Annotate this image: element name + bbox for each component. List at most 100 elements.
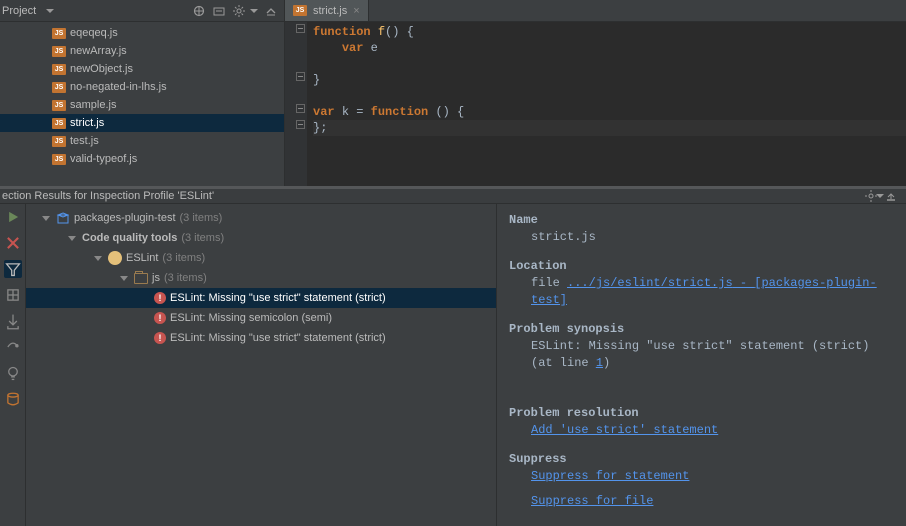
js-file-icon: JS	[52, 116, 66, 130]
close-icon[interactable]	[4, 234, 22, 252]
inspection-detail: Name strict.js Location file .../js/esli…	[496, 204, 906, 526]
caret-down-icon[interactable]	[120, 276, 128, 281]
detail-synopsis-value: ESLint: Missing "use strict" statement (…	[509, 338, 894, 372]
file-row[interactable]: JS sample.js	[0, 96, 284, 114]
inspection-item-text: ESLint: Missing "use strict" statement (…	[170, 292, 386, 304]
tree-folder[interactable]: js (3 items)	[26, 268, 496, 288]
tree-count: (3 items)	[181, 232, 224, 244]
file-name: newObject.js	[70, 63, 133, 75]
inspection-title: ection Results for Inspection Profile 'E…	[2, 190, 214, 202]
code-editor[interactable]: function f() { var e } var k = function …	[285, 22, 906, 186]
package-icon	[56, 211, 70, 225]
settings-icon[interactable]	[4, 338, 22, 356]
file-name: newArray.js	[70, 45, 127, 57]
js-file-icon: JS	[52, 98, 66, 112]
file-row[interactable]: JS valid-typeof.js	[0, 150, 284, 168]
inspection-item-text: ESLint: Missing "use strict" statement (…	[170, 332, 386, 344]
tree-tool[interactable]: ESLint (3 items)	[26, 248, 496, 268]
inspection-toolbar	[0, 204, 26, 526]
inspection-tool-window: ection Results for Inspection Profile 'E…	[0, 186, 906, 508]
error-icon: !	[154, 312, 166, 324]
scroll-to-source-icon[interactable]	[192, 4, 206, 18]
suppress-statement-link[interactable]: Suppress for statement	[531, 469, 689, 483]
dropdown-icon[interactable]	[876, 194, 884, 198]
file-row[interactable]: JS strict.js	[0, 114, 284, 132]
tree-label: js	[152, 272, 160, 284]
tree-label: Code quality tools	[82, 232, 177, 244]
js-file-icon: JS	[52, 134, 66, 148]
quickfix-link[interactable]: Add 'use strict' statement	[531, 423, 718, 437]
detail-suppress-heading: Suppress	[509, 451, 894, 468]
file-row[interactable]: JS no-negated-in-lhs.js	[0, 78, 284, 96]
js-file-icon: JS	[52, 62, 66, 76]
inspection-results-tree[interactable]: packages-plugin-test (3 items) Code qual…	[26, 204, 496, 526]
tree-group[interactable]: Code quality tools (3 items)	[26, 228, 496, 248]
inspection-item[interactable]: ! ESLint: Missing "use strict" statement…	[26, 328, 496, 348]
code-content[interactable]: function f() { var e } var k = function …	[307, 22, 906, 186]
detail-synopsis-heading: Problem synopsis	[509, 321, 894, 338]
detail-name-value: strict.js	[509, 229, 894, 246]
fold-icon[interactable]	[296, 72, 305, 81]
file-row[interactable]: JS eqeqeq.js	[0, 24, 284, 42]
error-icon: !	[154, 332, 166, 344]
hide-icon[interactable]	[264, 4, 278, 18]
project-title[interactable]: Project	[0, 5, 36, 17]
suppress-file-link[interactable]: Suppress for file	[531, 494, 653, 508]
inspection-header: ection Results for Inspection Profile 'E…	[0, 189, 906, 204]
gutter[interactable]	[285, 22, 307, 186]
file-name: eqeqeq.js	[70, 27, 118, 39]
inspection-item[interactable]: ! ESLint: Missing "use strict" statement…	[26, 288, 496, 308]
file-row[interactable]: JS test.js	[0, 132, 284, 150]
js-file-icon: JS	[52, 152, 66, 166]
file-name: no-negated-in-lhs.js	[70, 81, 167, 93]
caret-down-icon[interactable]	[94, 256, 102, 261]
line-link[interactable]: 1	[596, 356, 603, 370]
error-icon: !	[154, 292, 166, 304]
file-tree[interactable]: JS eqeqeq.js JS newArray.js JS newObject…	[0, 22, 284, 168]
tree-count: (3 items)	[162, 252, 205, 264]
inspection-item[interactable]: ! ESLint: Missing semicolon (semi)	[26, 308, 496, 328]
diff-icon[interactable]	[4, 390, 22, 408]
detail-location-value: file .../js/eslint/strict.js - [packages…	[509, 275, 894, 309]
caret-down-icon[interactable]	[42, 216, 50, 221]
js-file-icon: JS	[52, 26, 66, 40]
gear-icon[interactable]	[232, 4, 246, 18]
detail-location-heading: Location	[509, 258, 894, 275]
caret-down-icon[interactable]	[68, 236, 76, 241]
filter-icon[interactable]	[4, 260, 22, 278]
collapse-all-icon[interactable]	[212, 4, 226, 18]
inspection-item-text: ESLint: Missing semicolon (semi)	[170, 312, 332, 324]
detail-name-heading: Name	[509, 212, 894, 229]
detail-resolution-heading: Problem resolution	[509, 405, 894, 422]
export-icon[interactable]	[4, 312, 22, 330]
js-file-icon: JS	[293, 4, 307, 18]
fold-icon[interactable]	[296, 104, 305, 113]
tree-count: (3 items)	[164, 272, 207, 284]
file-name: sample.js	[70, 99, 116, 111]
dropdown-icon[interactable]	[250, 9, 258, 13]
expand-all-icon[interactable]	[4, 286, 22, 304]
js-file-icon: JS	[52, 44, 66, 58]
dropdown-icon[interactable]	[46, 9, 54, 13]
file-name: strict.js	[70, 117, 104, 129]
folder-icon	[134, 273, 148, 284]
bulb-icon[interactable]	[4, 364, 22, 382]
tree-label: packages-plugin-test	[74, 212, 176, 224]
tree-root[interactable]: packages-plugin-test (3 items)	[26, 208, 496, 228]
file-row[interactable]: JS newArray.js	[0, 42, 284, 60]
file-name: test.js	[70, 135, 99, 147]
project-tool-window: Project JS eqeqeq.js JS	[0, 0, 285, 186]
js-file-icon: JS	[52, 80, 66, 94]
editor-tab[interactable]: JS strict.js ×	[285, 0, 369, 21]
eslint-icon	[108, 251, 122, 265]
file-row[interactable]: JS newObject.js	[0, 60, 284, 78]
project-header: Project	[0, 0, 284, 22]
fold-icon[interactable]	[296, 24, 305, 33]
close-icon[interactable]: ×	[353, 5, 359, 17]
fold-icon[interactable]	[296, 120, 305, 129]
editor-tabbar: JS strict.js ×	[285, 0, 906, 22]
tree-count: (3 items)	[180, 212, 223, 224]
rerun-icon[interactable]	[4, 208, 22, 226]
hide-icon[interactable]	[884, 189, 898, 203]
file-link[interactable]: .../js/eslint/strict.js - [packages-plug…	[531, 276, 877, 307]
